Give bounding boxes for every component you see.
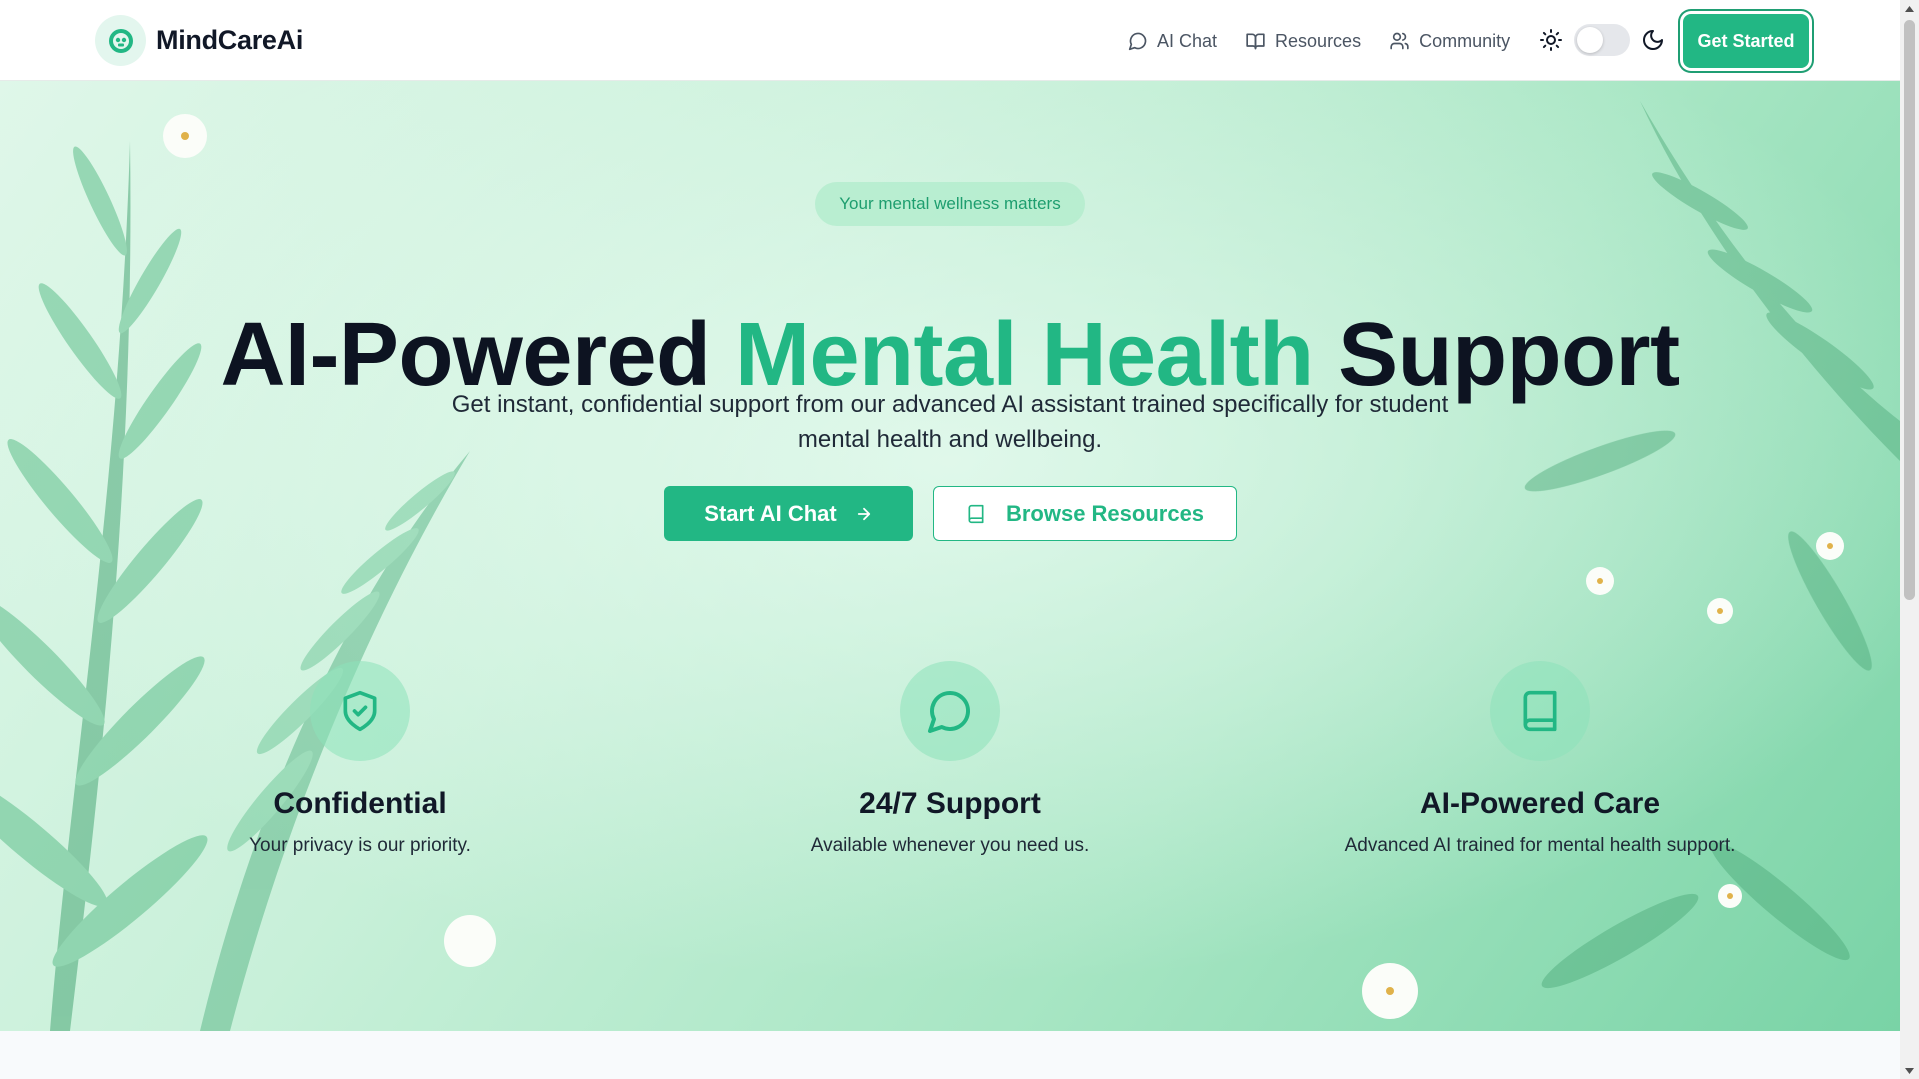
moon-icon (1643, 30, 1663, 50)
theme-controls (1539, 24, 1665, 56)
brand-name: MindCareAi (156, 25, 304, 55)
nav-item-ai-chat[interactable]: AI Chat (1128, 26, 1217, 56)
start-ai-chat-button[interactable]: Start AI Chat (664, 486, 913, 541)
browse-resources-button[interactable]: Browse Resources (933, 486, 1237, 541)
start-ai-chat-label: Start AI Chat (704, 500, 837, 526)
feature-title: Confidential (273, 787, 447, 820)
hero-section: Your mental wellness matters AI-Powered … (0, 81, 1900, 1031)
toggle-knob (1577, 27, 1603, 53)
message-circle-icon (900, 661, 1000, 761)
book-icon (1490, 661, 1590, 761)
next-section (0, 1031, 1900, 1079)
feature-description: Your privacy is our priority. (249, 835, 471, 856)
nav-item-label: Community (1419, 30, 1511, 51)
theme-toggle[interactable] (1574, 24, 1630, 56)
shield-check-icon (310, 661, 410, 761)
feature-support: 24/7 Support Available whenever you need… (740, 661, 1160, 857)
brain-face-icon (95, 15, 146, 66)
scroll-up-icon[interactable] (1900, 0, 1919, 17)
users-icon (1390, 32, 1409, 50)
scrollbar-thumb[interactable] (1904, 20, 1915, 600)
feature-confidential: Confidential Your privacy is our priorit… (150, 661, 570, 857)
nav-item-label: AI Chat (1157, 30, 1218, 51)
book-icon (968, 504, 984, 523)
book-open-icon (1246, 33, 1265, 50)
sun-icon (1540, 29, 1562, 51)
brand[interactable]: MindCareAi (95, 15, 303, 66)
navbar: MindCareAi AI Chat Resources Community G… (0, 0, 1900, 81)
arrow-right-icon (857, 507, 870, 520)
nav-item-community[interactable]: Community (1389, 26, 1510, 56)
feature-description: Available whenever you need us. (810, 835, 1090, 856)
browse-resources-label: Browse Resources (1005, 500, 1205, 526)
nav-links: AI Chat Resources Community (1128, 26, 1538, 56)
nav-item-resources[interactable]: Resources (1245, 26, 1361, 56)
page: MindCareAi AI Chat Resources Community G… (0, 0, 1919, 1079)
scrollbar[interactable] (1900, 0, 1919, 1079)
scroll-down-icon[interactable] (1900, 1062, 1919, 1079)
hero-subtitle: Get instant, confidential support from o… (451, 391, 1449, 453)
feature-description: Advanced AI trained for mental health su… (1344, 835, 1736, 856)
nav-item-label: Resources (1275, 30, 1362, 51)
get-started-button[interactable]: Get Started (1683, 14, 1809, 68)
message-circle-icon (1128, 32, 1147, 51)
hero-badge: Your mental wellness matters (815, 182, 1085, 226)
feature-title: AI-Powered Care (1419, 787, 1661, 820)
feature-ai-care: AI-Powered Care Advanced AI trained for … (1330, 661, 1750, 857)
feature-title: 24/7 Support (859, 787, 1041, 820)
